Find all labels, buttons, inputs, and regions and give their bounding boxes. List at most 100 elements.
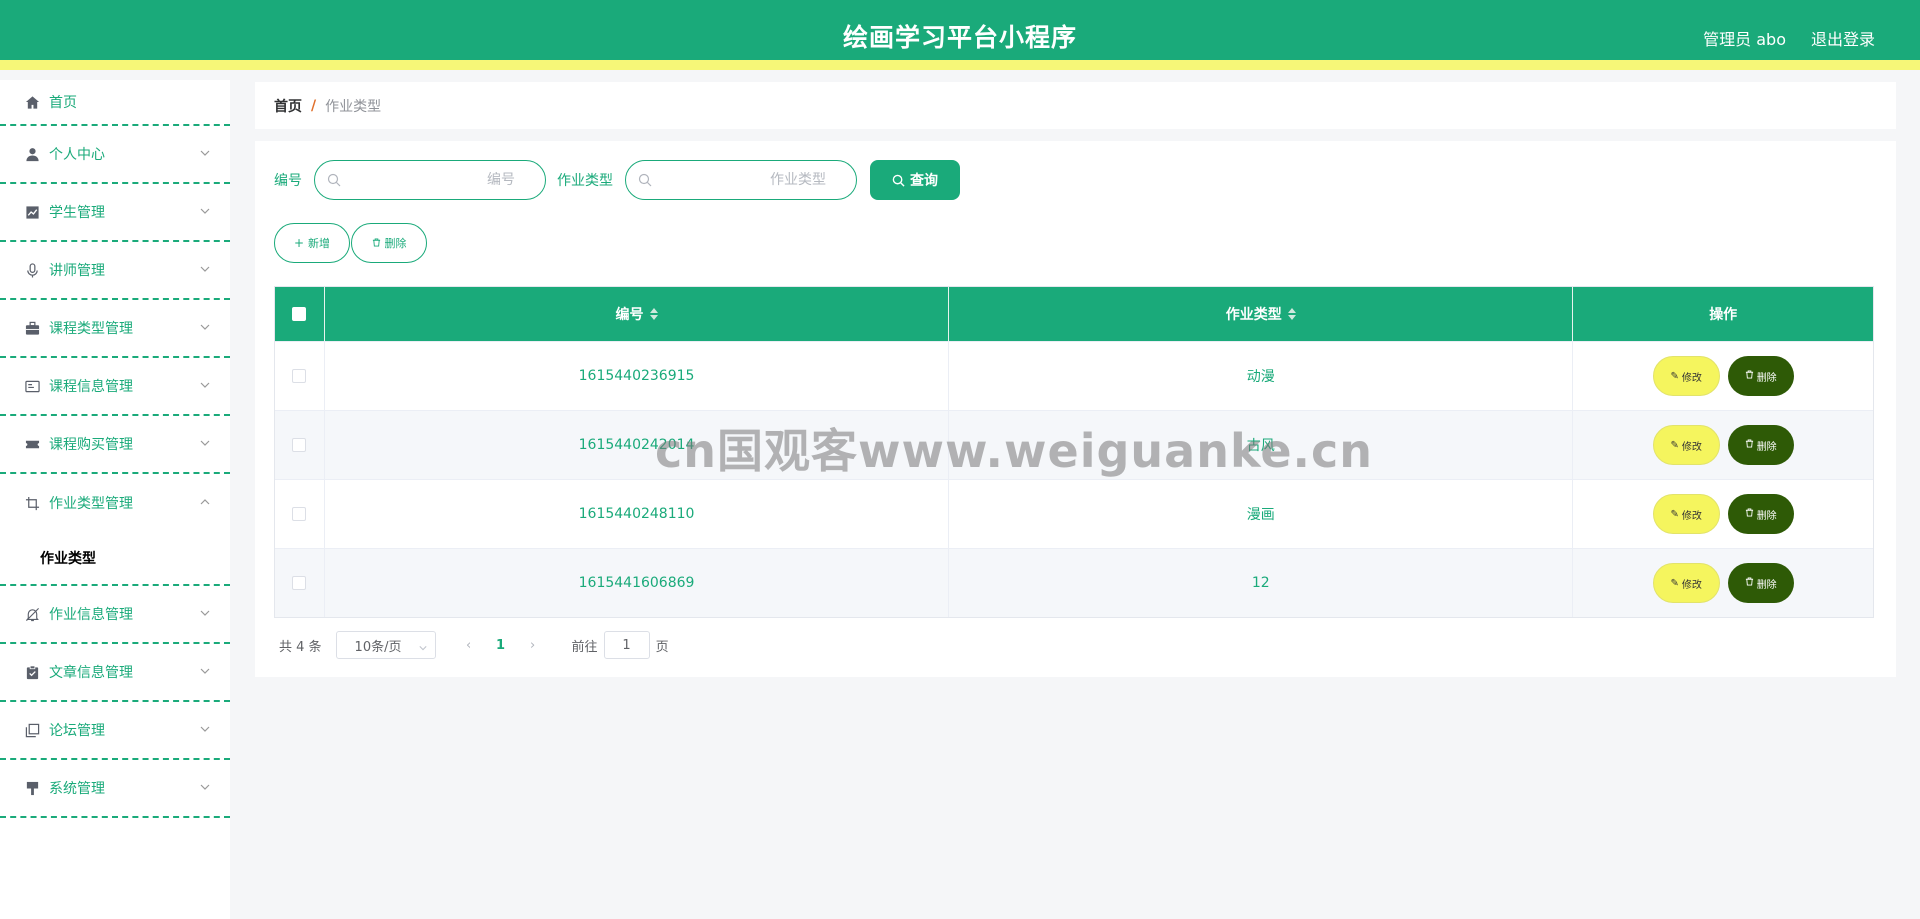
- chevron-down-icon: [200, 320, 210, 330]
- type-cell: 动漫: [949, 342, 1574, 410]
- edit-button-label: 修改: [1681, 441, 1702, 453]
- type-search-field[interactable]: [625, 160, 857, 200]
- header-op: 操作: [1573, 287, 1873, 341]
- sidebar-item-system[interactable]: 系统管理: [0, 760, 230, 818]
- copy-icon: [24, 722, 40, 738]
- num-search-input[interactable]: [341, 172, 533, 188]
- delete-button[interactable]: 删除: [1727, 356, 1794, 396]
- sidebar-item-label: 课程信息管理: [49, 379, 133, 395]
- edit-button[interactable]: ✎ 修改: [1652, 425, 1720, 465]
- sidebar-item-homework-types[interactable]: 作业类型管理: [0, 474, 230, 532]
- sidebar-item-profile[interactable]: 个人中心: [0, 126, 230, 184]
- main-panel: 编号 作业类型 查询 + 新增 删除 编号 作业类型 操作: [255, 141, 1896, 677]
- op-cell: ✎ 修改 删除: [1573, 549, 1873, 617]
- chevron-down-icon: [200, 606, 210, 616]
- sidebar-item-label: 课程类型管理: [49, 321, 133, 337]
- ticket-icon: [24, 436, 40, 452]
- table-row: 1615441606869 12 ✎ 修改 删除: [275, 548, 1873, 617]
- top-header: 绘画学习平台小程序 管理员 abo 退出登录: [0, 0, 1920, 70]
- sidebar-item-forum[interactable]: 论坛管理: [0, 702, 230, 760]
- row-checkbox[interactable]: [292, 507, 307, 521]
- delete-button[interactable]: 删除: [1727, 425, 1794, 465]
- delete-button-label: 删除: [1756, 372, 1777, 384]
- sidebar-item-label: 文章信息管理: [49, 665, 133, 681]
- header-num-label: 编号: [615, 307, 644, 323]
- plus-icon: +: [293, 236, 305, 250]
- sidebar-item-students[interactable]: 学生管理: [0, 184, 230, 242]
- total-count: 共 4 条: [279, 639, 322, 655]
- delete-button[interactable]: 删除: [1727, 494, 1794, 534]
- chevron-down-icon: [200, 780, 210, 790]
- header-stripe: [0, 60, 1920, 70]
- table-row: 1615440248110 漫画 ✎ 修改 删除: [275, 479, 1873, 548]
- sidebar-item-course-purchase[interactable]: 课程购买管理: [0, 416, 230, 474]
- trash-icon: [1745, 370, 1754, 382]
- search-icon: [327, 173, 341, 187]
- header-op-label: 操作: [1709, 307, 1738, 323]
- chevron-down-icon: [200, 664, 210, 674]
- sidebar-item-articles[interactable]: 文章信息管理: [0, 644, 230, 702]
- edit-button[interactable]: ✎ 修改: [1652, 494, 1720, 534]
- num-cell: 1615441606869: [325, 549, 950, 617]
- sidebar-subitem-homework-type[interactable]: 作业类型: [0, 532, 230, 584]
- row-select-cell: [275, 549, 325, 617]
- sidebar-item-home[interactable]: 首页: [0, 80, 230, 126]
- edit-button[interactable]: ✎ 修改: [1652, 563, 1720, 603]
- id-card-icon: [24, 378, 40, 394]
- chevron-down-icon: [200, 722, 210, 732]
- sidebar-item-course-types[interactable]: 课程类型管理: [0, 300, 230, 358]
- goto-page-input[interactable]: [603, 631, 650, 659]
- sidebar-item-label: 个人中心: [49, 147, 105, 163]
- user-icon: [24, 146, 40, 162]
- next-page-button[interactable]: ›: [518, 638, 548, 653]
- prev-page-button[interactable]: ‹: [454, 638, 484, 653]
- edit-button[interactable]: ✎ 修改: [1652, 356, 1720, 396]
- num-search-field[interactable]: [314, 160, 546, 200]
- add-button[interactable]: + 新增: [274, 223, 350, 263]
- sidebar-item-course-info[interactable]: 课程信息管理: [0, 358, 230, 416]
- edit-icon: ✎: [1670, 439, 1679, 451]
- row-select-cell: [275, 480, 325, 548]
- row-select-cell: [275, 342, 325, 410]
- goto-suffix: 页: [655, 639, 669, 655]
- num-cell: 1615440242014: [325, 411, 950, 479]
- pagination: 共 4 条 10条/页 ‹ 1 › 前往 页: [279, 631, 669, 659]
- breadcrumb-home[interactable]: 首页: [274, 96, 302, 116]
- sidebar-item-label: 作业类型管理: [49, 496, 133, 512]
- op-cell: ✎ 修改 删除: [1573, 411, 1873, 479]
- query-button[interactable]: 查询: [870, 160, 960, 200]
- sort-icon[interactable]: [1287, 308, 1296, 320]
- edit-button-label: 修改: [1681, 510, 1702, 522]
- delete-button-label: 删除: [1756, 510, 1777, 522]
- sidebar-item-label: 学生管理: [49, 205, 105, 221]
- admin-name: 管理员 abo: [1703, 30, 1786, 49]
- sidebar-item-homework-info[interactable]: 作业信息管理: [0, 586, 230, 644]
- header-num[interactable]: 编号: [325, 287, 950, 341]
- batch-delete-button[interactable]: 删除: [351, 223, 427, 263]
- delete-button-label: 删除: [1756, 441, 1777, 453]
- trash-icon: [1745, 439, 1754, 451]
- page-number[interactable]: 1: [484, 638, 518, 653]
- type-search-input[interactable]: [652, 172, 844, 188]
- delete-button[interactable]: 删除: [1727, 563, 1794, 603]
- sidebar: 首页 个人中心 学生管理 讲师管理 课程类型管理 课程信息管理 课程购买管理 作…: [0, 80, 230, 919]
- header-type-label: 作业类型: [1225, 307, 1282, 323]
- bell-off-icon: [24, 606, 40, 622]
- sidebar-item-label: 作业信息管理: [49, 607, 133, 623]
- row-checkbox[interactable]: [292, 369, 307, 383]
- row-checkbox[interactable]: [292, 576, 307, 590]
- edit-icon: ✎: [1670, 508, 1679, 520]
- sidebar-item-teachers[interactable]: 讲师管理: [0, 242, 230, 300]
- edit-button-label: 修改: [1681, 372, 1702, 384]
- logout-link[interactable]: 退出登录: [1811, 26, 1875, 50]
- page-size-select[interactable]: 10条/页: [335, 631, 436, 659]
- select-all-checkbox[interactable]: [292, 307, 307, 321]
- num-cell: 1615440248110: [325, 480, 950, 548]
- sort-icon[interactable]: [649, 308, 658, 320]
- row-checkbox[interactable]: [292, 438, 307, 452]
- num-search-label: 编号: [274, 173, 302, 189]
- search-icon: [638, 173, 652, 187]
- header-type[interactable]: 作业类型: [949, 287, 1574, 341]
- chevron-down-icon: [200, 262, 210, 272]
- action-bar: + 新增 删除: [274, 223, 428, 263]
